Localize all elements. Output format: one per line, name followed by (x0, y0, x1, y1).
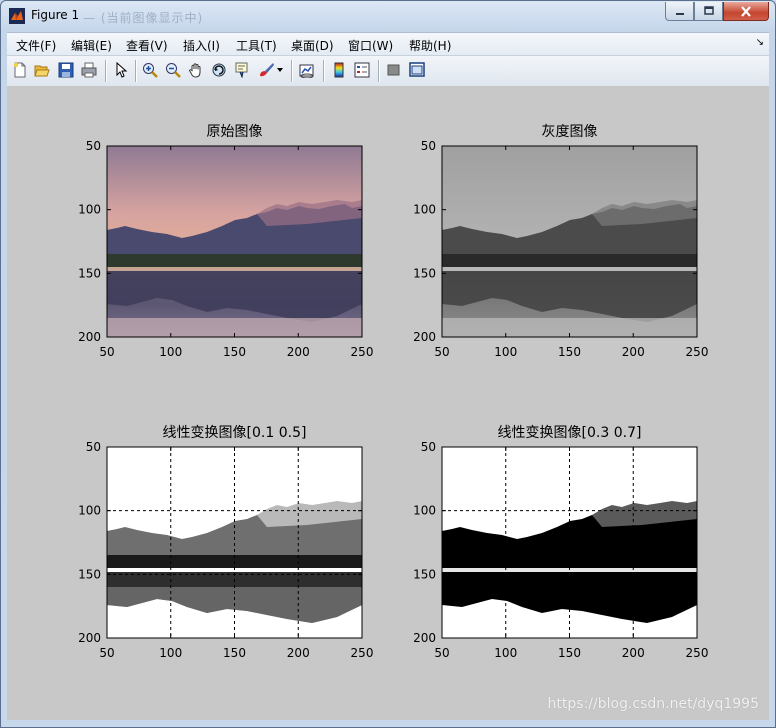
axes-2[interactable]: 50 100 150 200 250 50 100 150 200 灰度图像 (413, 124, 708, 359)
x-tick-label: 200 (287, 646, 310, 660)
title-bar[interactable]: Figure 1 — (当前图像显示中) (1, 1, 775, 31)
figure-window: Figure 1 — (当前图像显示中) 文件(F) 编辑(E) 查看(V) 插… (0, 0, 776, 728)
y-tick-label: 200 (78, 330, 101, 344)
minimize-icon (675, 13, 684, 15)
menu-edit[interactable]: 编辑(E) (71, 37, 112, 54)
y-tick-label: 200 (413, 631, 436, 645)
window-title-ghost: — (当前图像显示中) (83, 11, 204, 25)
image-1 (107, 146, 362, 337)
menu-desktop[interactable]: 桌面(D) (291, 37, 334, 54)
y-tick-label: 100 (413, 203, 436, 217)
hide-plot-tools-icon[interactable] (385, 61, 403, 79)
x-tick-label: 150 (558, 646, 581, 660)
menu-file[interactable]: 文件(F) (16, 37, 56, 54)
colorbar-icon[interactable] (330, 61, 348, 79)
y-tick-label: 100 (413, 504, 436, 518)
menu-overflow-icon[interactable]: ↘ (756, 37, 764, 48)
axes-title: 线性变换图像[0.3 0.7] (498, 424, 642, 441)
x-tick-label: 200 (622, 345, 645, 359)
x-tick-label: 150 (223, 345, 246, 359)
y-tick-label: 50 (421, 440, 436, 454)
maximize-icon (703, 6, 714, 15)
brush-dropdown-icon[interactable] (275, 61, 285, 79)
menu-view[interactable]: 查看(V) (126, 37, 168, 54)
zoom-out-icon[interactable] (164, 61, 182, 79)
x-tick-label: 100 (494, 345, 517, 359)
x-tick-label: 150 (558, 345, 581, 359)
print-icon[interactable] (80, 61, 98, 79)
pan-hand-icon[interactable] (187, 61, 205, 79)
menu-help[interactable]: 帮助(H) (409, 37, 451, 54)
x-tick-label: 250 (686, 345, 709, 359)
x-tick-label: 250 (351, 345, 374, 359)
x-tick-label: 150 (223, 646, 246, 660)
x-tick-label: 50 (99, 646, 114, 660)
axes-title: 灰度图像 (542, 124, 598, 140)
y-tick-label: 50 (86, 440, 101, 454)
figure-toolbar (7, 55, 769, 87)
select-arrow-icon[interactable] (112, 61, 130, 79)
axes-4[interactable]: 50 100 150 200 250 50 100 150 200 线性变换图像[0.3 0.7] (413, 424, 708, 660)
x-tick-label: 100 (159, 646, 182, 660)
x-tick-label: 250 (686, 646, 709, 660)
menu-window[interactable]: 窗口(W) (348, 37, 393, 54)
y-tick-label: 200 (413, 330, 436, 344)
axes-1[interactable]: 50 100 150 200 250 50 100 150 200 原始图像 (78, 124, 373, 359)
maximize-button[interactable] (694, 2, 723, 21)
window-title: Figure 1 (31, 8, 80, 22)
menu-insert[interactable]: 插入(I) (183, 37, 220, 54)
menu-tools[interactable]: 工具(T) (236, 37, 277, 54)
x-tick-label: 250 (351, 646, 374, 660)
rotate-3d-icon[interactable] (210, 61, 228, 79)
axes-title: 线性变换图像[0.1 0.5] (163, 424, 307, 441)
x-tick-label: 50 (434, 345, 449, 359)
watermark-text: https://blog.csdn.net/dyq1995 (547, 696, 759, 712)
minimize-button[interactable] (665, 2, 694, 21)
y-tick-label: 150 (413, 266, 436, 280)
x-tick-label: 200 (287, 345, 310, 359)
matlab-icon (9, 8, 25, 24)
menu-bar: 文件(F) 编辑(E) 查看(V) 插入(I) 工具(T) 桌面(D) 窗口(W… (7, 32, 769, 55)
x-tick-label: 50 (434, 646, 449, 660)
y-tick-label: 150 (78, 266, 101, 280)
zoom-in-icon[interactable] (141, 61, 159, 79)
axes-title: 原始图像 (207, 124, 263, 140)
axes-3[interactable]: 50 100 150 200 250 50 100 150 200 线性变换图像[0.1 0.5] (78, 424, 373, 660)
new-figure-icon[interactable] (11, 61, 29, 79)
open-icon[interactable] (33, 61, 51, 79)
link-plot-icon[interactable] (298, 61, 316, 79)
x-tick-label: 100 (494, 646, 517, 660)
x-tick-label: 200 (622, 646, 645, 660)
y-tick-label: 150 (413, 567, 436, 581)
x-tick-label: 50 (99, 345, 114, 359)
y-tick-label: 50 (421, 139, 436, 153)
data-cursor-icon[interactable] (233, 61, 251, 79)
y-tick-label: 50 (86, 139, 101, 153)
y-tick-label: 200 (78, 631, 101, 645)
image-2 (442, 146, 697, 337)
figure-axes-svg: 50 100 150 200 250 50 100 150 200 原始图像 50 100 150 200… (78, 124, 708, 660)
brush-icon[interactable] (257, 61, 275, 79)
y-tick-label: 100 (78, 504, 101, 518)
legend-icon[interactable] (353, 61, 371, 79)
y-tick-label: 150 (78, 567, 101, 581)
figure-canvas[interactable]: 50 100 150 200 250 50 100 150 200 原始图像 50 100 150 200… (7, 86, 769, 720)
save-icon[interactable] (57, 61, 75, 79)
x-tick-label: 100 (159, 345, 182, 359)
close-button[interactable] (723, 2, 769, 21)
y-tick-label: 100 (78, 203, 101, 217)
show-plot-tools-icon[interactable] (408, 61, 426, 79)
close-icon (741, 5, 751, 17)
